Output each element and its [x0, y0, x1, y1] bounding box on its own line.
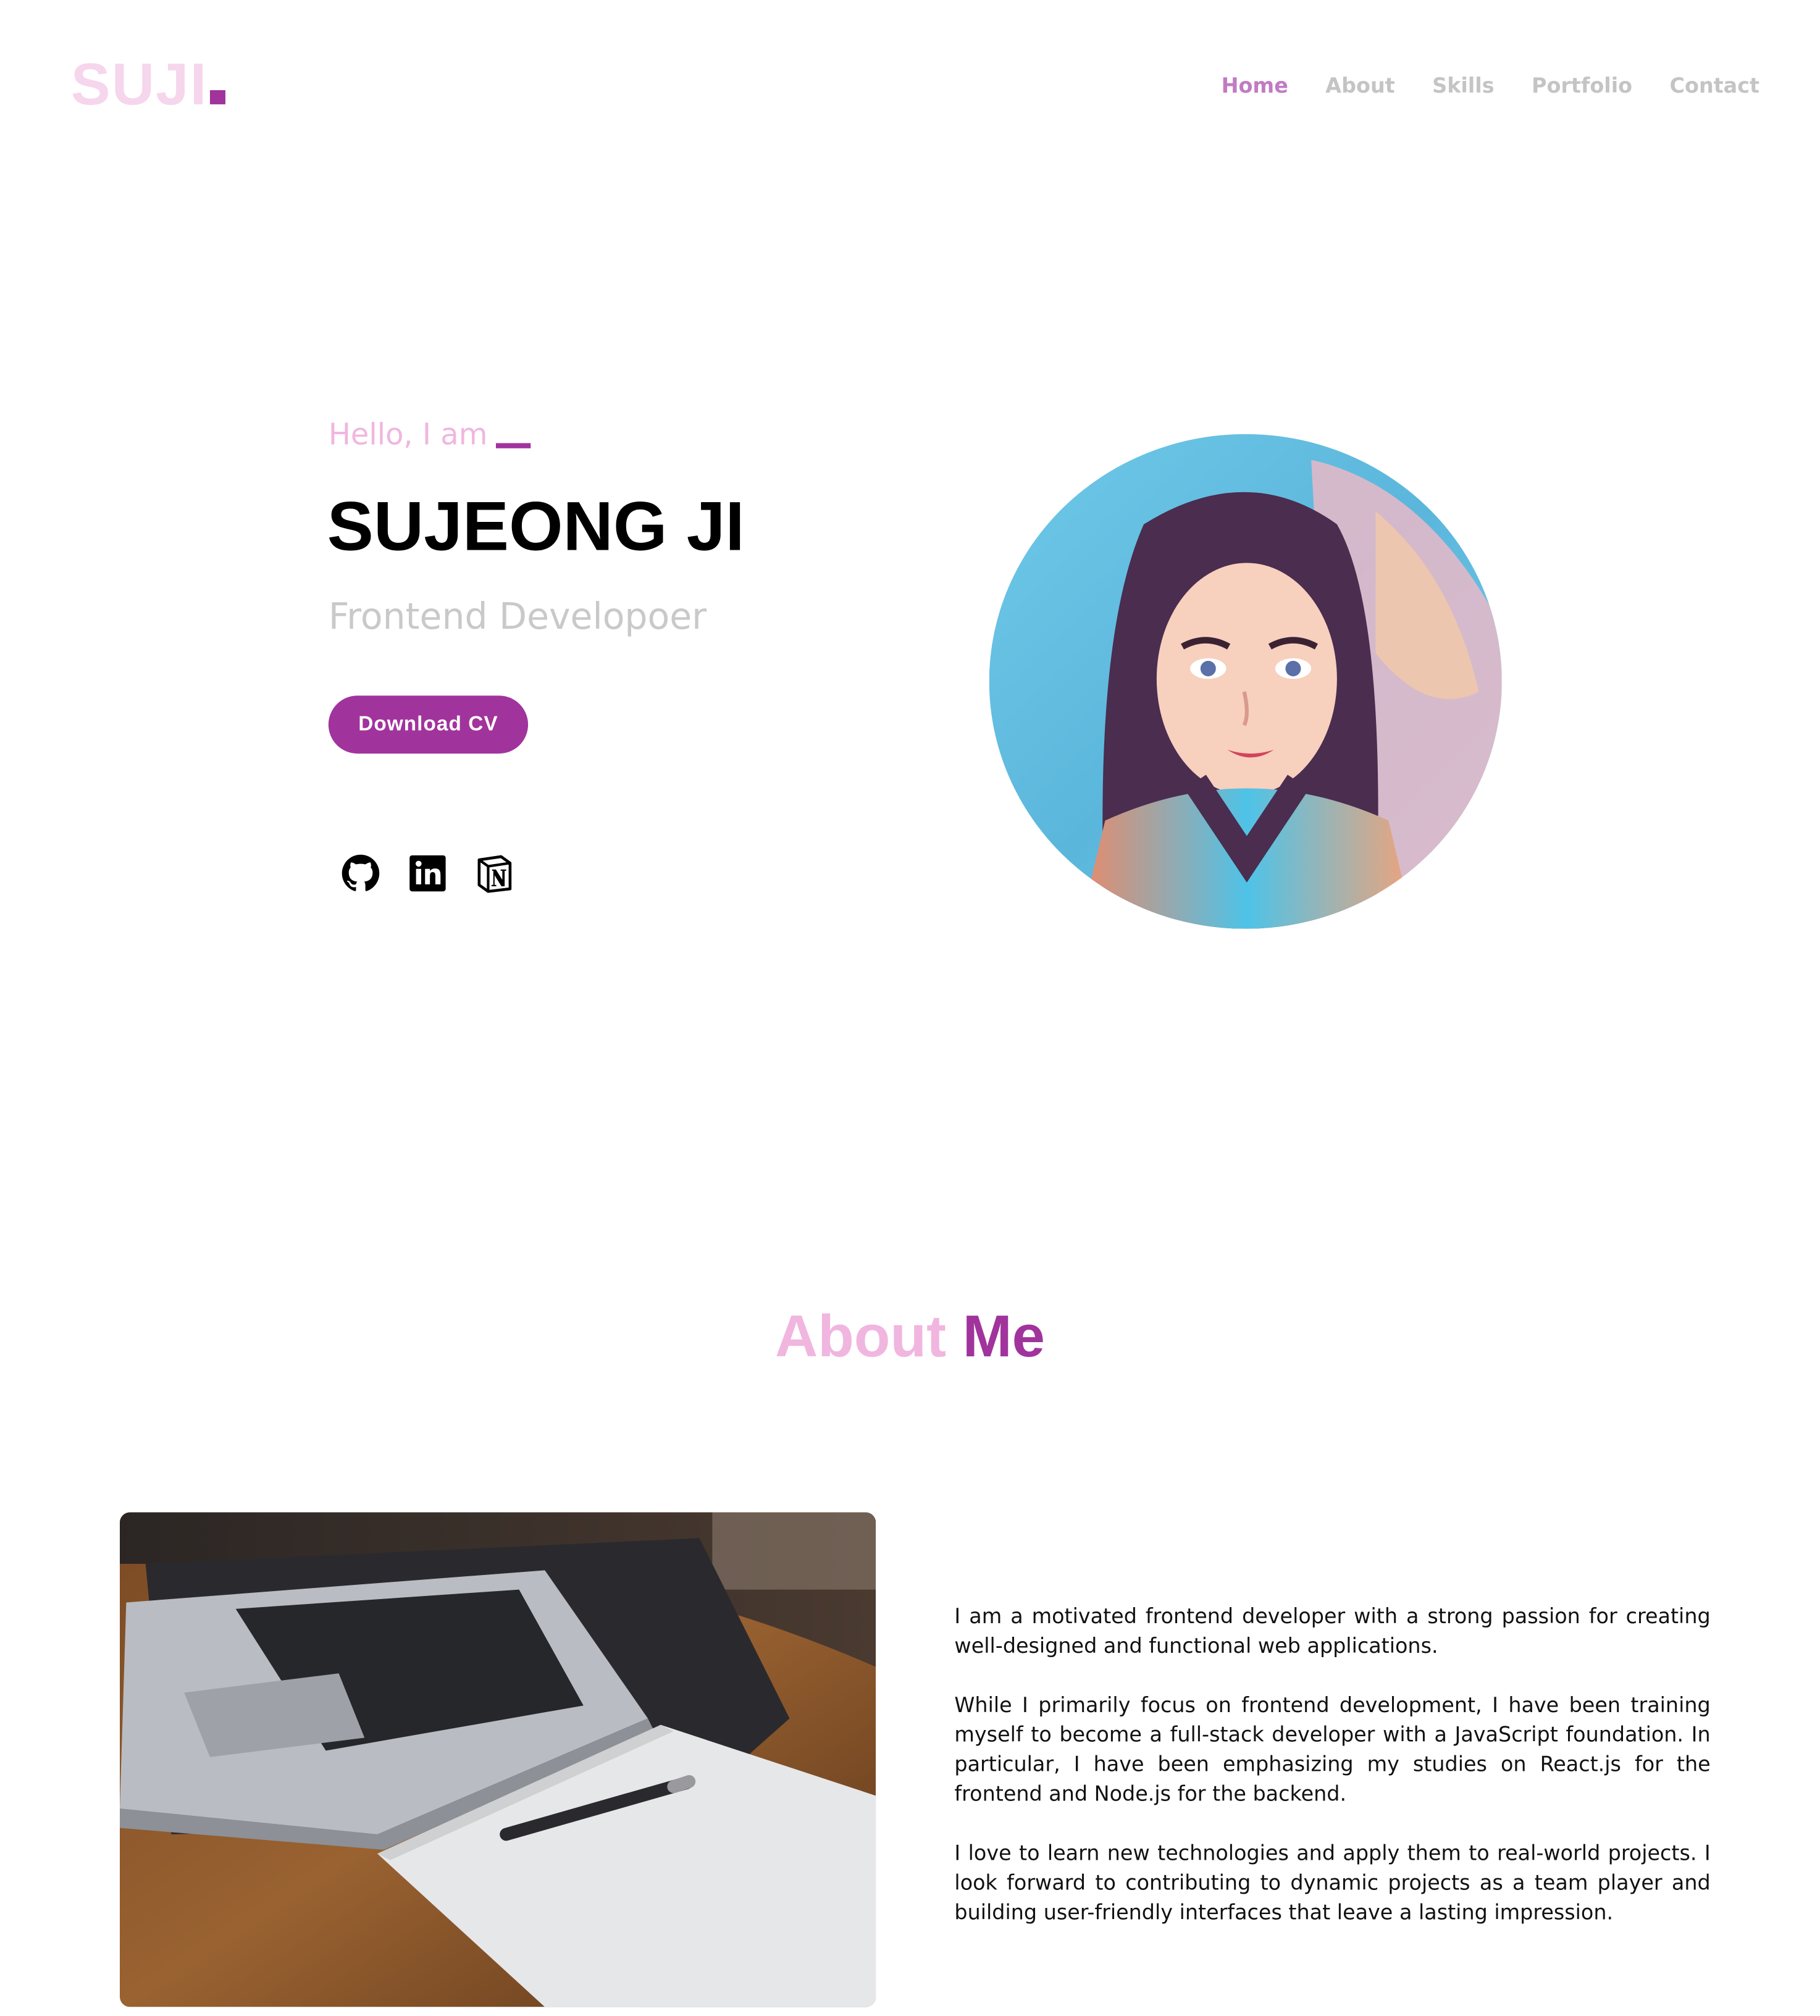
- nav-home[interactable]: Home: [1222, 74, 1288, 98]
- about-photo: [119, 1512, 876, 2007]
- notion-icon[interactable]: [474, 853, 516, 894]
- page: SUJI Home About Skills Portfolio Contact…: [0, 0, 1820, 2016]
- about-heading: About Me: [0, 1301, 1820, 1371]
- nav-contact[interactable]: Contact: [1670, 74, 1759, 98]
- about-heading-part2: Me: [962, 1302, 1045, 1369]
- logo-dot: [210, 90, 226, 104]
- laptop-desk-image: [119, 1512, 876, 2007]
- avatar-illustration: [989, 434, 1502, 929]
- greeting-text: Hello, I am: [328, 418, 488, 453]
- greeting-underline: [495, 443, 530, 448]
- about-paragraph-2: While I primarily focus on frontend deve…: [954, 1692, 1711, 1807]
- nav-about[interactable]: About: [1325, 74, 1394, 98]
- hero-greeting: Hello, I am: [329, 419, 530, 452]
- nav-skills[interactable]: Skills: [1432, 74, 1494, 98]
- about-description: I am a motivated frontend developer with…: [954, 1601, 1710, 1957]
- main-nav: Home About Skills Portfolio Contact: [1222, 74, 1759, 98]
- download-cv-button[interactable]: Download CV: [328, 695, 529, 754]
- logo-text: SUJI: [70, 50, 208, 117]
- github-icon[interactable]: [340, 853, 382, 894]
- nav-portfolio[interactable]: Portfolio: [1532, 74, 1632, 98]
- hero-role: Frontend Developoer: [328, 595, 707, 638]
- about-heading-part1: About: [774, 1302, 947, 1369]
- hero-name: SUJEONG JI: [327, 488, 745, 566]
- about-paragraph-1: I am a motivated frontend developer with…: [954, 1603, 1711, 1658]
- linkedin-icon[interactable]: [407, 853, 448, 894]
- site-logo[interactable]: SUJI: [71, 54, 226, 114]
- profile-avatar: [989, 434, 1502, 929]
- social-links: [340, 853, 516, 894]
- about-paragraph-3: I love to learn new technologies and app…: [954, 1841, 1711, 1925]
